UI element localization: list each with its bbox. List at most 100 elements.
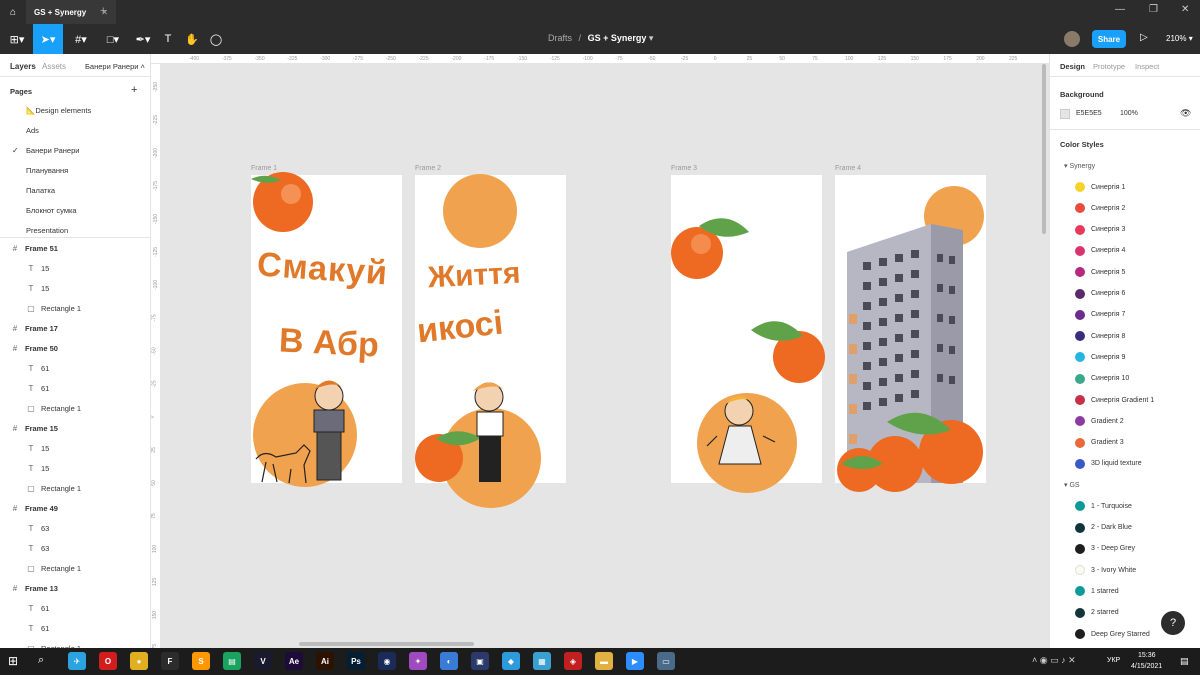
clock-time[interactable]: 15:36: [1138, 652, 1156, 659]
style-group-header[interactable]: ▾ GS: [1064, 481, 1080, 489]
breadcrumb-parent[interactable]: Drafts: [548, 33, 572, 43]
sublime-icon[interactable]: S: [192, 652, 210, 670]
current-page-select[interactable]: Банери Ранери ˄: [85, 62, 145, 71]
layer-item[interactable]: T 61: [0, 618, 150, 638]
telegram-icon[interactable]: ✈: [68, 652, 86, 670]
color-style-item[interactable]: Gradient 2: [1075, 416, 1124, 427]
layer-item[interactable]: T 63: [0, 518, 150, 538]
new-tab-button[interactable]: +: [100, 5, 106, 17]
color-style-item[interactable]: Синергія 3: [1075, 224, 1125, 235]
file-name[interactable]: GS + Synergy: [588, 33, 647, 43]
image-icon[interactable]: ▣: [471, 652, 489, 670]
layer-item[interactable]: T 15: [0, 438, 150, 458]
color-style-item[interactable]: Синергія 6: [1075, 288, 1125, 299]
move-tool-icon[interactable]: ➤▾: [33, 24, 63, 54]
share-button[interactable]: Share: [1092, 30, 1126, 48]
frame-4-label[interactable]: Frame 4: [835, 165, 861, 172]
color-style-item[interactable]: Синергія 8: [1075, 331, 1125, 342]
color-style-item[interactable]: 3 - Deep Grey: [1075, 543, 1135, 554]
vertical-scrollbar[interactable]: [1042, 64, 1046, 234]
frame-4-art[interactable]: [835, 175, 986, 492]
vectorworks-icon[interactable]: V: [254, 652, 272, 670]
page-item[interactable]: Банери Ранери: [26, 146, 79, 155]
clock-date[interactable]: 4/15/2021: [1131, 663, 1162, 670]
background-swatch[interactable]: [1060, 109, 1070, 119]
tab-inspect[interactable]: Inspect: [1135, 62, 1159, 71]
frame-1-label[interactable]: Frame 1: [251, 165, 277, 172]
pen-tool-icon[interactable]: ✒▾: [128, 24, 158, 54]
zoom-icon[interactable]: ▶: [626, 652, 644, 670]
layer-item[interactable]: ▢ Rectangle 1: [0, 558, 150, 578]
canvas[interactable]: Frame 1 Frame 2 Frame 3 Frame 4 Смакуй В…: [151, 54, 1049, 648]
avatar[interactable]: [1064, 31, 1080, 47]
page-item[interactable]: 📐Design elements: [26, 106, 91, 115]
frame-tool-icon[interactable]: #▾: [66, 24, 96, 54]
monitor-icon[interactable]: ▭: [657, 652, 675, 670]
horizontal-scrollbar[interactable]: [299, 642, 474, 646]
app3-icon[interactable]: ▦: [533, 652, 551, 670]
sheets-icon[interactable]: ▤: [223, 652, 241, 670]
color-style-item[interactable]: 3 - Ivory White: [1075, 565, 1136, 576]
figma-icon[interactable]: F: [161, 652, 179, 670]
layer-frame[interactable]: # Frame 51: [0, 238, 150, 258]
illustrator-icon[interactable]: Ai: [316, 652, 334, 670]
layer-item[interactable]: ▢ Rectangle 1: [0, 638, 150, 649]
color-style-item[interactable]: 1 starred: [1075, 586, 1119, 597]
chevron-down-icon[interactable]: ▾: [649, 33, 654, 43]
app4-icon[interactable]: ◈: [564, 652, 582, 670]
layer-frame[interactable]: # Frame 17: [0, 318, 150, 338]
opera-icon[interactable]: O: [99, 652, 117, 670]
cinema4d-icon[interactable]: ◉: [378, 652, 396, 670]
layer-item[interactable]: T 15: [0, 458, 150, 478]
help-button[interactable]: ?: [1161, 611, 1185, 635]
frame-2-label[interactable]: Frame 2: [415, 165, 441, 172]
app2-icon[interactable]: ◆: [502, 652, 520, 670]
layer-item[interactable]: T 15: [0, 258, 150, 278]
color-style-item[interactable]: Синергія 10: [1075, 373, 1129, 384]
eye-icon[interactable]: 👁: [1180, 108, 1191, 119]
after-effects-icon[interactable]: Ae: [285, 652, 303, 670]
figma-menu-icon[interactable]: ⊞▾: [4, 24, 30, 54]
layer-item[interactable]: T 61: [0, 378, 150, 398]
page-item[interactable]: Палатка: [26, 186, 55, 195]
chrome-icon[interactable]: ●: [130, 652, 148, 670]
color-style-item[interactable]: 3D liquid texture: [1075, 458, 1142, 469]
color-style-item[interactable]: Синергія Gradient 1: [1075, 395, 1154, 405]
color-style-item[interactable]: Синергія 1: [1075, 182, 1125, 192]
hand-tool-icon[interactable]: ✋: [182, 24, 202, 54]
layer-frame[interactable]: # Frame 50: [0, 338, 150, 358]
color-style-item[interactable]: Синергія 7: [1075, 309, 1125, 320]
vs-icon[interactable]: ✦: [409, 652, 427, 670]
color-style-item[interactable]: Синергія 5: [1075, 267, 1125, 278]
color-style-item[interactable]: Синергія 2: [1075, 203, 1125, 214]
layer-item[interactable]: T 61: [0, 598, 150, 618]
add-page-button[interactable]: +: [131, 84, 137, 96]
layer-item[interactable]: ▢ Rectangle 1: [0, 398, 150, 418]
color-style-item[interactable]: 2 starred: [1075, 607, 1119, 618]
frame-3-label[interactable]: Frame 3: [671, 165, 697, 172]
page-item[interactable]: Блокнот сумка: [26, 206, 77, 215]
background-opacity-input[interactable]: 100%: [1120, 110, 1138, 117]
text-tool-icon[interactable]: T: [158, 24, 178, 54]
color-style-item[interactable]: Синергія 4: [1075, 245, 1125, 256]
layer-item[interactable]: ▢ Rectangle 1: [0, 298, 150, 318]
layer-item[interactable]: ▢ Rectangle 1: [0, 478, 150, 498]
zoom-control[interactable]: 210% ▾: [1166, 34, 1193, 43]
color-style-item[interactable]: 2 - Dark Blue: [1075, 522, 1132, 533]
page-item[interactable]: Планування: [26, 166, 68, 175]
tray-icons[interactable]: ˄ ◉ ▭ ♪ ✕: [1032, 655, 1076, 666]
windows-start-icon[interactable]: ⊞: [8, 654, 18, 668]
photoshop-icon[interactable]: Ps: [347, 652, 365, 670]
tab-prototype[interactable]: Prototype: [1093, 62, 1125, 71]
language-indicator[interactable]: УКР: [1107, 657, 1120, 664]
page-item[interactable]: Ads: [26, 126, 39, 135]
layer-frame[interactable]: # Frame 49: [0, 498, 150, 518]
color-style-item[interactable]: Deep Grey Starred: [1075, 629, 1150, 639]
tab-design[interactable]: Design: [1060, 62, 1085, 71]
present-icon[interactable]: ▷: [1140, 32, 1148, 43]
layer-frame[interactable]: # Frame 15: [0, 418, 150, 438]
maximize-icon[interactable]: ❐: [1149, 4, 1158, 15]
folder-icon[interactable]: ▬: [595, 652, 613, 670]
notification-icon[interactable]: ▤: [1180, 656, 1189, 667]
window-close-icon[interactable]: ✕: [1181, 4, 1189, 15]
